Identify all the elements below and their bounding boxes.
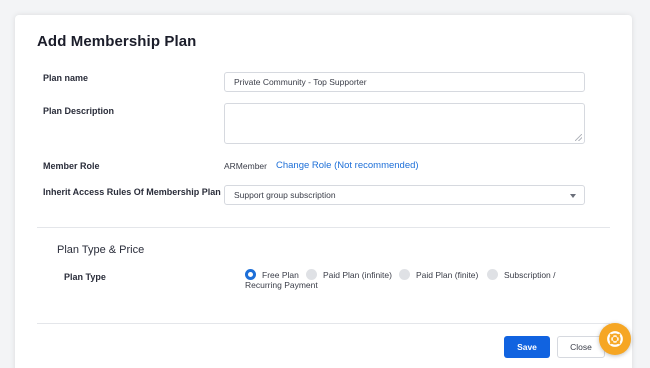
lifebuoy-icon [607,331,623,347]
radio-unchecked-icon [487,269,498,280]
member-role-value: ARMember [224,161,267,171]
add-membership-plan-modal: Add Membership Plan Plan name Private Co… [15,15,632,368]
radio-label: Paid Plan (infinite) [323,269,392,280]
help-button[interactable] [599,323,631,355]
chevron-down-icon [570,194,576,198]
radio-free-plan[interactable]: Free Plan [245,269,299,280]
subscription-label-continued: Recurring Payment [245,280,318,290]
save-button[interactable]: Save [504,336,550,358]
radio-unchecked-icon [399,269,410,280]
plan-description-label: Plan Description [43,106,115,116]
plan-name-label: Plan name [43,73,89,83]
footer-divider [37,323,610,324]
radio-checked-icon [245,269,256,280]
resize-grip-icon[interactable] [575,134,582,141]
radio-subscription[interactable]: Subscription / [487,269,556,280]
radio-unchecked-icon [306,269,317,280]
plan-type-price-title: Plan Type & Price [57,244,145,256]
change-role-link[interactable]: Change Role (Not recommended) [276,160,419,171]
radio-label: Subscription / [504,269,556,280]
radio-label: Free Plan [262,269,299,280]
modal-title: Add Membership Plan [37,33,197,50]
member-role-label: Member Role [43,161,100,171]
plan-name-input[interactable]: Private Community - Top Supporter [224,72,585,92]
radio-paid-plan-finite[interactable]: Paid Plan (finite) [399,269,478,280]
plan-type-label: Plan Type [64,272,106,282]
section-divider [37,227,610,228]
inherit-access-label: Inherit Access Rules Of Membership Plan [43,187,221,197]
radio-paid-plan-infinite[interactable]: Paid Plan (infinite) [306,269,392,280]
close-button[interactable]: Close [557,336,605,358]
plan-description-textarea[interactable] [224,103,585,144]
inherit-access-selected: Support group subscription [234,190,336,200]
radio-label: Paid Plan (finite) [416,269,479,280]
inherit-access-select[interactable]: Support group subscription [224,185,585,205]
